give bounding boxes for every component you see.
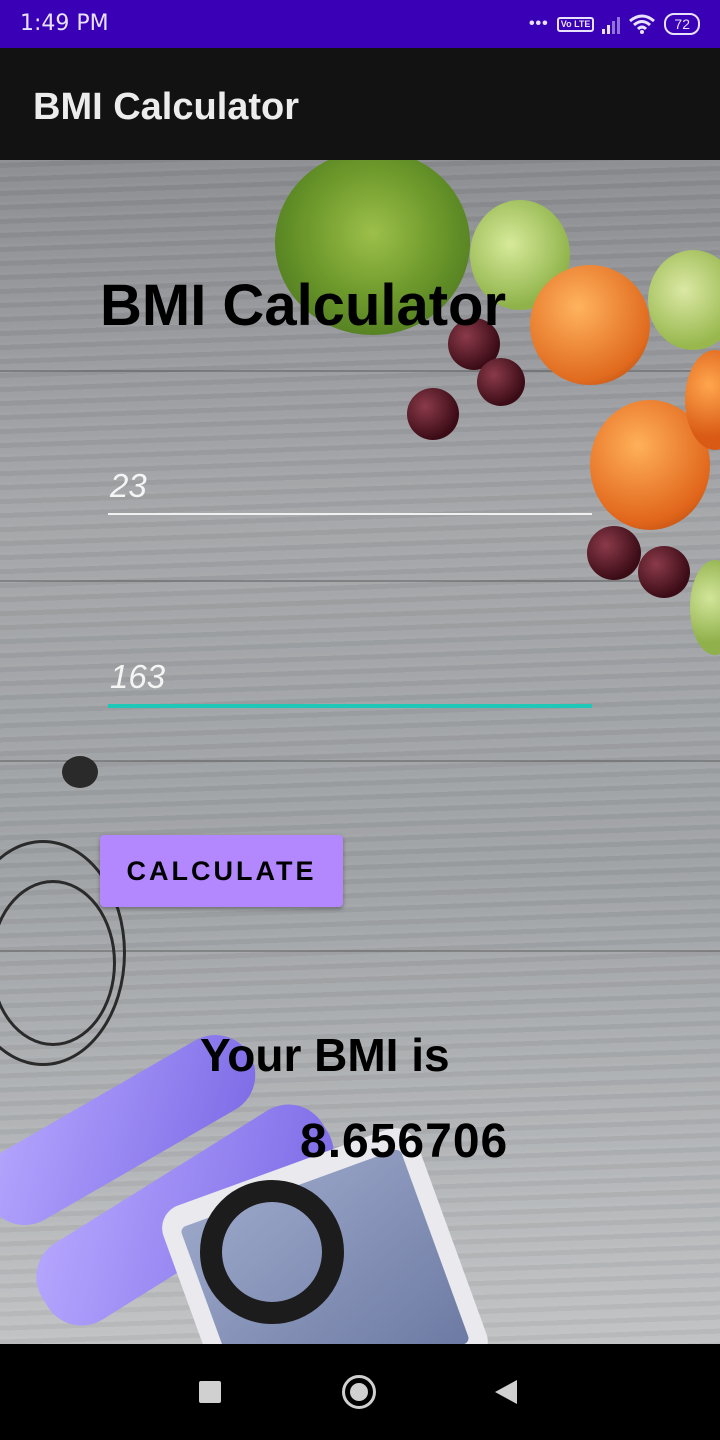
height-input-underline <box>108 704 592 708</box>
cherry-decoration <box>638 546 690 598</box>
result-label: Your BMI is <box>200 1029 450 1081</box>
volte-icon: Vo LTE <box>556 16 595 32</box>
cherry-decoration <box>477 358 525 406</box>
apricot-decoration <box>530 265 650 385</box>
back-icon[interactable] <box>495 1380 517 1404</box>
age-input-underline <box>108 513 592 515</box>
page-heading: BMI Calculator <box>100 273 507 338</box>
height-input-value[interactable]: 163 <box>108 658 592 696</box>
recents-icon[interactable] <box>199 1381 221 1403</box>
apple-decoration <box>690 560 720 655</box>
app-bar-title: BMI Calculator <box>33 86 300 128</box>
height-input[interactable]: 163 <box>108 658 592 708</box>
battery-icon: 72 <box>664 13 700 35</box>
earbud-decoration <box>62 756 98 788</box>
content-area: BMI Calculator 23 163 CALCULATE Your BMI… <box>0 160 720 1344</box>
navigation-bar <box>0 1344 720 1440</box>
signal-icon <box>602 14 621 34</box>
apple-decoration <box>648 250 720 350</box>
background-wood-grain <box>0 580 720 582</box>
status-bar: 1:49 PM ••• Vo LTE 72 <box>0 0 720 48</box>
age-input-value[interactable]: 23 <box>108 467 592 505</box>
wifi-icon <box>629 14 656 34</box>
app-bar: BMI Calculator <box>0 48 720 160</box>
background-wood-grain <box>0 760 720 762</box>
age-input[interactable]: 23 <box>108 467 592 515</box>
more-notifications-icon: ••• <box>528 15 549 32</box>
cherry-decoration <box>587 526 641 580</box>
cherry-decoration <box>407 388 459 440</box>
home-icon[interactable] <box>342 1375 376 1409</box>
status-time: 1:49 PM <box>20 11 109 36</box>
status-icons: ••• Vo LTE 72 <box>529 10 700 38</box>
result-value: 8.656706 <box>300 1115 509 1168</box>
watch-decoration <box>200 1180 344 1324</box>
calculate-button[interactable]: CALCULATE <box>100 835 343 907</box>
